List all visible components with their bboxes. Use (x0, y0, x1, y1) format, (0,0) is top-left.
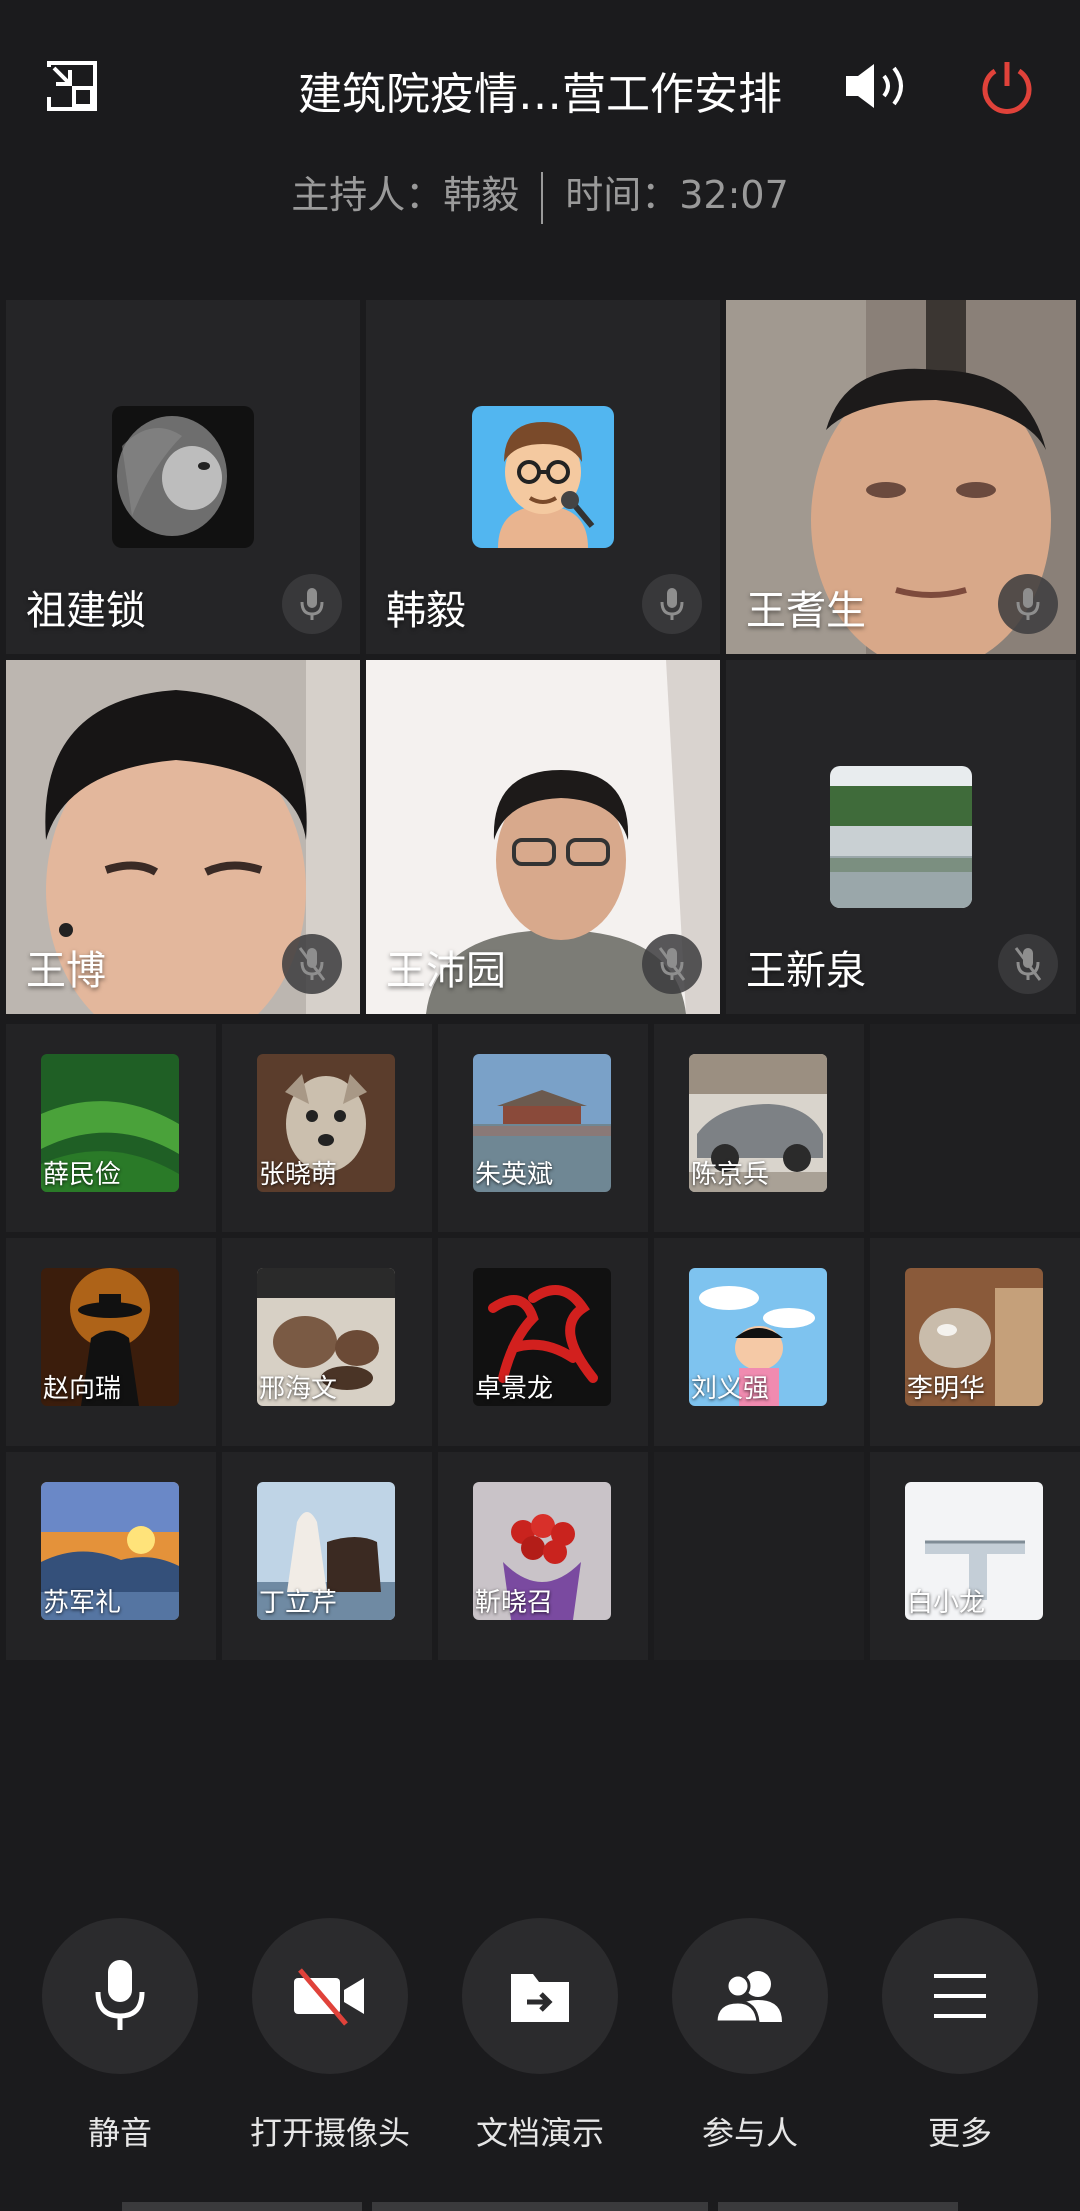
participant-tile[interactable]: 白小龙 (870, 1452, 1080, 1660)
microphone-icon (95, 1960, 145, 2030)
participant-name: 靳晓召 (475, 1588, 554, 1618)
participant-name: 薛民俭 (43, 1160, 122, 1190)
avatar (472, 406, 614, 548)
participant-name: 李明华 (907, 1374, 986, 1404)
bottom-bar (372, 2202, 708, 2211)
participants-button[interactable] (672, 1918, 828, 2074)
participant-name: 陈京兵 (691, 1160, 770, 1190)
participant-name: 王耆生 (746, 588, 866, 634)
participant-tile[interactable]: 赵向瑞 (6, 1238, 216, 1446)
participant-name: 王沛园 (386, 948, 506, 994)
mic-muted-icon (998, 934, 1058, 994)
time-label: 时间：32:07 (565, 173, 789, 217)
video-tile[interactable]: 王博 (6, 660, 360, 1014)
bottom-bar (122, 2202, 362, 2211)
video-tile[interactable]: 王耆生 (726, 300, 1076, 654)
participant-name: 王新泉 (746, 948, 866, 994)
camera-button[interactable] (252, 1918, 408, 2074)
power-icon[interactable] (978, 58, 1036, 116)
more-label: 更多 (927, 2114, 992, 2152)
participant-tile[interactable]: 张晓萌 (222, 1024, 432, 1232)
camera-label: 打开摄像头 (249, 2114, 410, 2152)
video-tile[interactable]: 韩毅 (366, 300, 720, 654)
meeting-title: 建筑院疫情…营工作安排 (298, 69, 782, 120)
participant-tile[interactable]: 李明华 (870, 1238, 1080, 1446)
empty-tile (870, 1024, 1080, 1232)
participant-name: 朱英斌 (475, 1160, 554, 1190)
participants-label: 参与人 (701, 2114, 798, 2152)
participant-tile[interactable]: 丁立芹 (222, 1452, 432, 1660)
participant-name: 邢海文 (259, 1374, 338, 1404)
mute-button[interactable] (42, 1918, 198, 2074)
share-document-button[interactable] (462, 1918, 618, 2074)
participant-name: 丁立芹 (259, 1588, 338, 1618)
host-label: 主持人：韩毅 (291, 173, 520, 217)
participant-tile[interactable]: 邢海文 (222, 1238, 432, 1446)
participant-tile[interactable]: 苏军礼 (6, 1452, 216, 1660)
participant-name: 苏军礼 (43, 1588, 122, 1618)
participant-tile[interactable]: 陈京兵 (654, 1024, 864, 1232)
avatar (830, 766, 972, 908)
avatar (112, 406, 254, 548)
participant-name: 张晓萌 (259, 1160, 338, 1190)
mute-label: 静音 (87, 2114, 152, 2152)
meeting-info: 主持人：韩毅 时间：32:07 (0, 164, 1080, 224)
minimize-window-icon[interactable] (46, 60, 98, 112)
mic-muted-icon (642, 934, 702, 994)
bottom-bar (718, 2202, 958, 2211)
mic-icon (642, 574, 702, 634)
divider (541, 171, 544, 224)
participant-name: 韩毅 (386, 588, 466, 634)
participant-tile[interactable]: 薛民俭 (6, 1024, 216, 1232)
participants-icon (714, 1971, 782, 2024)
video-tile[interactable]: 王新泉 (726, 660, 1076, 1014)
participant-name: 白小龙 (907, 1588, 986, 1618)
more-button[interactable] (882, 1918, 1038, 2074)
video-tile[interactable]: 王沛园 (366, 660, 720, 1014)
mic-icon (282, 574, 342, 634)
participant-tile[interactable]: 朱英斌 (438, 1024, 648, 1232)
video-tile[interactable]: 祖建锁 (6, 300, 360, 654)
participant-name: 祖建锁 (26, 588, 146, 634)
participant-tile[interactable]: 卓景龙 (438, 1238, 648, 1446)
participant-tile[interactable]: 刘义强 (654, 1238, 864, 1446)
participant-name: 王博 (26, 948, 106, 994)
mic-icon (998, 574, 1058, 634)
mic-muted-icon (282, 934, 342, 994)
folder-share-icon (511, 1974, 569, 2022)
participant-name: 卓景龙 (475, 1374, 554, 1404)
participant-name: 赵向瑞 (43, 1374, 122, 1404)
camera-off-icon (294, 1968, 364, 2026)
participant-name: 刘义强 (691, 1374, 770, 1404)
meeting-header: 建筑院疫情…营工作安排 主持人：韩毅 时间：32:07 (0, 0, 1080, 290)
share-label: 文档演示 (475, 2114, 604, 2152)
menu-icon (934, 1974, 986, 2018)
speaker-icon[interactable] (842, 60, 912, 112)
participant-tile[interactable]: 靳晓召 (438, 1452, 648, 1660)
empty-tile (654, 1452, 864, 1660)
